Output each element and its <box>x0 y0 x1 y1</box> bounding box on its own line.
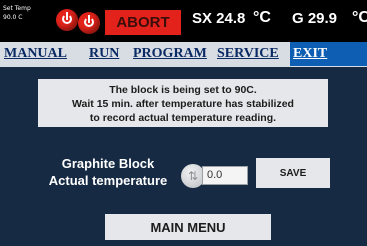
power-icon[interactable] <box>56 9 78 31</box>
sx-reading: SX 24.8 <box>192 10 246 27</box>
abort-button[interactable]: ABORT <box>105 10 181 35</box>
message-line: to record actual temperature reading. <box>89 112 277 124</box>
set-temp-value: 90.0 C <box>3 14 23 21</box>
main-menu-button[interactable]: MAIN MENU <box>105 214 271 240</box>
instruction-message: The block is being set to 90C. Wait 15 m… <box>38 79 328 127</box>
actual-temperature-label: Graphite Block Actual temperature <box>40 155 176 189</box>
g-reading: G 29.9 <box>292 10 338 27</box>
status-bar: Set Temp 90.0 C ABORT SX 24.8 °C G 29.9 … <box>0 0 367 42</box>
message-line: The block is being set to 90C. <box>109 84 257 96</box>
sx-unit: °C <box>253 9 271 26</box>
label-line: Actual temperature <box>48 173 168 188</box>
message-line: Wait 15 min. after temperature has stabi… <box>72 98 294 110</box>
tab-manual[interactable]: MANUAL <box>4 46 67 62</box>
actual-temperature-input[interactable]: 0.0 <box>202 166 248 185</box>
tab-exit[interactable]: EXIT <box>293 46 327 62</box>
power-icon[interactable] <box>78 12 100 34</box>
save-button[interactable]: SAVE <box>256 158 330 188</box>
service-panel: The block is being set to 90C. Wait 15 m… <box>0 67 367 246</box>
set-temp-label: Set Temp <box>3 5 31 12</box>
label-line: Graphite Block <box>61 156 155 171</box>
g-unit: °C <box>352 9 367 26</box>
tab-run[interactable]: RUN <box>89 46 119 62</box>
tab-program[interactable]: PROGRAM <box>133 46 207 62</box>
tab-service[interactable]: SERVICE <box>217 46 279 62</box>
set-temp-indicator: Set Temp 90.0 C <box>3 4 37 30</box>
screen: Set Temp 90.0 C ABORT SX 24.8 °C G 29.9 … <box>0 0 367 246</box>
nav-bar: MANUAL RUN PROGRAM SERVICE EXIT <box>0 42 367 68</box>
